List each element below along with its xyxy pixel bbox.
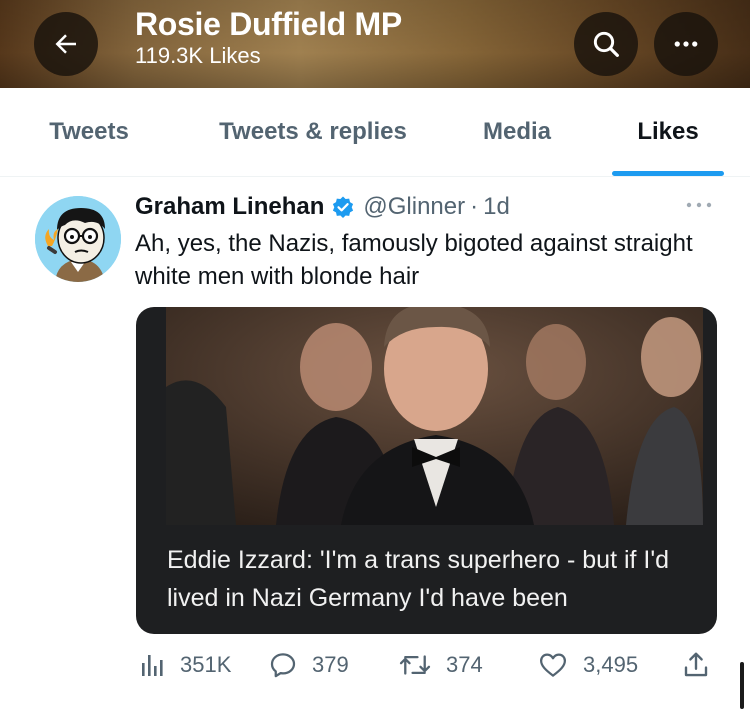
avatar[interactable] xyxy=(35,196,121,282)
tab-label: Tweets xyxy=(49,118,129,145)
scrollbar[interactable] xyxy=(740,662,744,709)
tweet-timestamp[interactable]: 1d xyxy=(483,193,510,221)
retweet-count: 374 xyxy=(446,652,483,677)
tab-likes[interactable]: Likes xyxy=(586,88,750,176)
active-tab-indicator xyxy=(612,171,724,176)
reply-icon xyxy=(270,653,296,678)
back-button[interactable] xyxy=(34,12,98,76)
media-card[interactable]: Eddie Izzard: 'I'm a trans superhero - b… xyxy=(136,307,717,634)
reply-button[interactable]: 379 xyxy=(268,645,349,685)
views-count: 351K xyxy=(180,652,232,677)
meta-separator: · xyxy=(470,193,479,220)
retweet-icon xyxy=(399,655,431,675)
tab-media[interactable]: Media xyxy=(448,88,586,176)
arrow-left-icon xyxy=(55,34,76,54)
views-button[interactable]: 351K xyxy=(138,645,231,685)
tweet-more-button[interactable] xyxy=(682,193,716,222)
profile-tabs: Tweets Tweets & replies Media Likes xyxy=(0,88,750,177)
author-handle[interactable]: @Glinner xyxy=(363,193,465,221)
tweet-actions: 351K 379 374 3,495 xyxy=(0,645,750,685)
verified-badge-icon xyxy=(331,195,355,219)
search-icon xyxy=(593,31,619,57)
tab-tweets-and-replies[interactable]: Tweets & replies xyxy=(178,88,448,176)
like-button[interactable]: 3,495 xyxy=(537,645,638,685)
author-name[interactable]: Graham Linehan xyxy=(135,193,324,221)
profile-name: Rosie Duffield MP xyxy=(135,6,402,42)
media-photo xyxy=(166,307,703,525)
like-count: 3,495 xyxy=(583,652,639,677)
tweet-text: Ah, yes, the Nazis, famously bigoted aga… xyxy=(135,230,693,290)
analytics-icon xyxy=(142,655,163,676)
tweet[interactable]: Graham Linehan @Glinner · 1d Ah, yes, th… xyxy=(0,177,750,709)
share-icon xyxy=(684,652,708,677)
header-title-block: Rosie Duffield MP 119.3K Likes xyxy=(135,6,402,69)
media-caption: Eddie Izzard: 'I'm a trans superhero - b… xyxy=(167,546,670,612)
more-options-button[interactable] xyxy=(654,12,718,76)
tab-label: Tweets & replies xyxy=(219,118,407,145)
tab-label: Media xyxy=(482,118,551,145)
share-button[interactable] xyxy=(681,645,711,685)
reply-count: 379 xyxy=(312,652,349,677)
tab-tweets[interactable]: Tweets xyxy=(0,88,178,176)
retweet-button[interactable]: 374 xyxy=(398,645,483,685)
more-horizontal-icon xyxy=(686,202,712,208)
profile-header: Rosie Duffield MP 119.3K Likes xyxy=(0,0,750,88)
likes-count: 119.3K Likes xyxy=(135,43,261,68)
heart-icon xyxy=(540,653,566,677)
cartoon-avatar-image xyxy=(35,196,121,282)
tweet-header: Graham Linehan @Glinner · 1d xyxy=(135,193,510,221)
more-horizontal-icon xyxy=(674,41,698,47)
search-button[interactable] xyxy=(574,12,638,76)
tab-label: Likes xyxy=(637,118,699,145)
